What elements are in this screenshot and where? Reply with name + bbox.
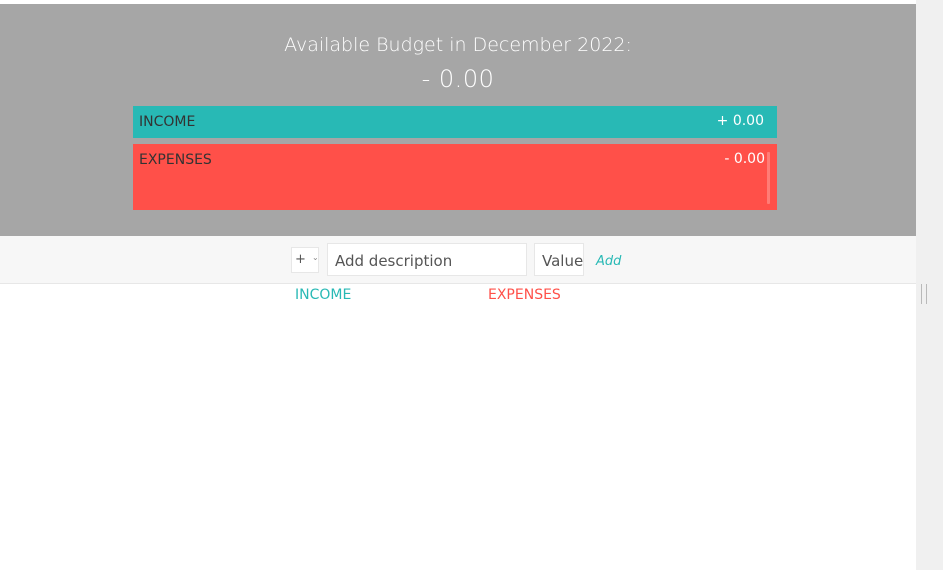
type-select-value: +	[295, 252, 306, 267]
expenses-summary-value: - 0.00	[724, 151, 765, 167]
budget-month: December 2022	[472, 34, 626, 56]
income-list-title: INCOME	[295, 287, 352, 303]
add-item-bar: + ⌄ Add description Value Add	[0, 236, 916, 284]
description-input[interactable]: Add description	[327, 243, 527, 276]
budget-title-suffix: :	[625, 34, 632, 56]
expenses-summary-label: EXPENSES	[139, 152, 212, 168]
scrollbar-handle[interactable]	[921, 284, 927, 304]
budget-title-prefix: Available Budget in	[284, 34, 473, 56]
income-summary-value: + 0.00	[716, 113, 764, 129]
expenses-list-title: EXPENSES	[488, 287, 561, 303]
expenses-percentage-indicator	[767, 152, 770, 204]
type-select[interactable]: + ⌄	[291, 247, 319, 273]
budget-header: Available Budget in December 2022: - 0.0…	[0, 4, 916, 236]
value-input[interactable]: Value	[534, 243, 584, 276]
chevron-down-icon: ⌄	[312, 253, 319, 262]
budget-value: - 0.00	[421, 65, 495, 93]
income-summary: INCOME + 0.00	[133, 106, 777, 138]
budget-title: Available Budget in December 2022:	[0, 34, 916, 56]
scrollbar-gutter[interactable]	[916, 0, 943, 570]
add-button[interactable]: Add	[596, 254, 621, 269]
expenses-summary: EXPENSES - 0.00	[133, 144, 777, 210]
income-summary-label: INCOME	[139, 114, 196, 130]
